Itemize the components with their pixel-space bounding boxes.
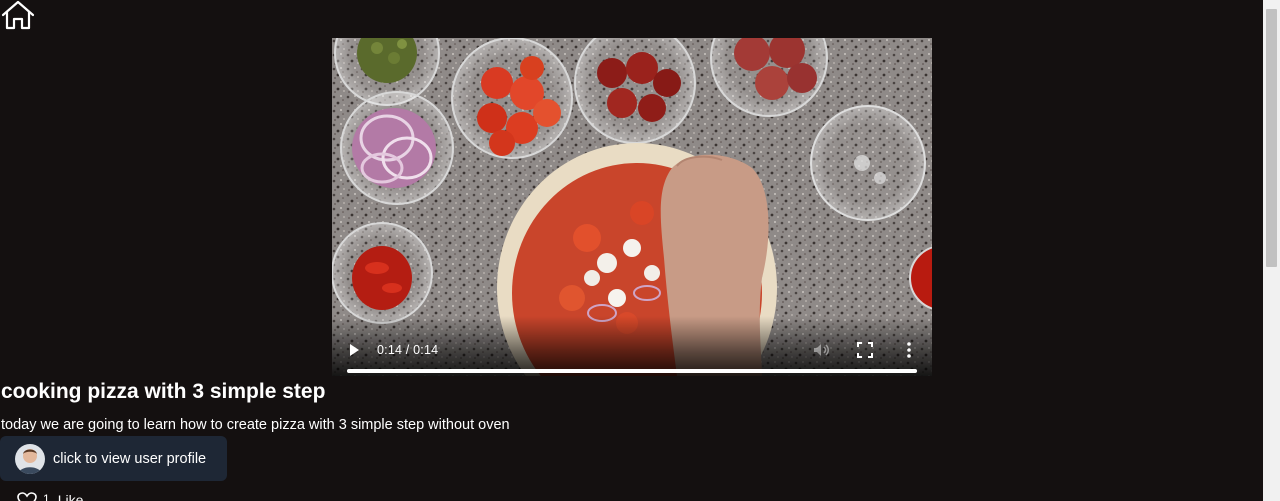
scrollbar-thumb[interactable]: [1266, 9, 1277, 267]
fullscreen-icon[interactable]: [856, 341, 874, 359]
avatar: [15, 443, 45, 474]
video-progress-bar[interactable]: [347, 369, 917, 373]
post-description: today we are going to learn how to creat…: [1, 417, 510, 433]
like-label: Like: [57, 492, 84, 501]
video-controls: 0:14 / 0:14: [332, 316, 932, 376]
video-player[interactable]: 0:14 / 0:14: [332, 38, 932, 376]
heart-icon[interactable]: [17, 492, 37, 501]
view-profile-button[interactable]: click to view user profile: [0, 436, 227, 481]
page-scrollbar[interactable]: [1263, 0, 1280, 501]
more-options-icon[interactable]: [900, 340, 918, 360]
like-section: 1 Like: [17, 492, 83, 501]
video-time: 0:14 / 0:14: [377, 343, 439, 357]
page: 0:14 / 0:14 cooking pizza with 3 simple …: [0, 0, 1280, 501]
home-button[interactable]: [0, 0, 38, 32]
like-count: 1: [43, 492, 50, 501]
video-progress-fill: [347, 369, 917, 373]
view-profile-label: click to view user profile: [53, 450, 207, 467]
volume-icon[interactable]: [812, 341, 830, 359]
post-title: cooking pizza with 3 simple step: [1, 380, 326, 403]
home-icon: [1, 0, 35, 30]
play-icon[interactable]: [346, 342, 362, 358]
